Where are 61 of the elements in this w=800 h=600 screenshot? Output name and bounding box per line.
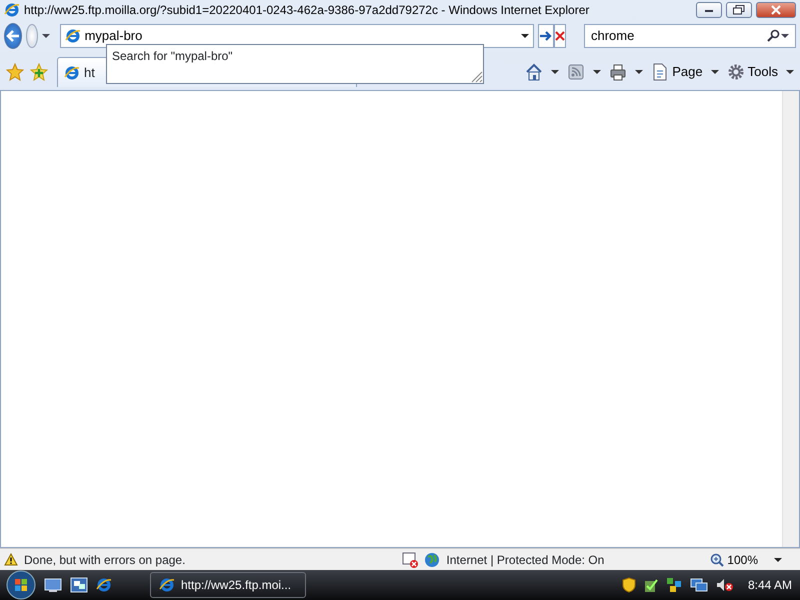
search-box[interactable]: chrome	[584, 24, 796, 48]
add-favorite-icon[interactable]	[30, 63, 48, 81]
go-button[interactable]	[538, 24, 554, 48]
ie-icon	[159, 577, 175, 593]
search-field[interactable]: chrome	[591, 26, 767, 46]
stop-button[interactable]	[554, 24, 566, 48]
page-icon	[651, 63, 670, 81]
volume-muted-icon[interactable]	[716, 577, 734, 593]
address-field[interactable]: mypal-bro	[84, 26, 517, 46]
show-desktop-icon[interactable]	[44, 577, 62, 593]
ie-icon	[64, 64, 80, 80]
taskbar-window-button[interactable]: http://ww25.ftp.moi...	[150, 572, 306, 598]
caret-icon[interactable]	[551, 69, 560, 75]
caret-icon[interactable]	[786, 69, 794, 75]
caret-icon[interactable]	[520, 33, 529, 39]
back-button[interactable]	[4, 23, 22, 49]
favorites-star-icon[interactable]	[6, 63, 24, 81]
tab-title: ht	[84, 64, 95, 82]
restore-icon	[733, 5, 745, 15]
minimize-icon	[704, 7, 714, 13]
warning-icon	[4, 553, 18, 566]
close-button[interactable]	[756, 2, 796, 18]
globe-icon	[424, 552, 440, 568]
security-check-icon[interactable]	[644, 577, 658, 593]
caret-icon[interactable]	[774, 556, 782, 562]
caret-icon[interactable]	[635, 69, 644, 75]
caret-icon[interactable]	[593, 69, 602, 75]
page-menu-button[interactable]: Page	[649, 62, 705, 82]
shield-icon[interactable]	[622, 577, 636, 593]
back-arrow-icon	[5, 29, 21, 43]
caret-icon[interactable]	[710, 69, 719, 75]
feed-icon	[567, 63, 586, 81]
caret-icon[interactable]	[42, 33, 50, 39]
autocomplete-item[interactable]: Search for "mypal-bro"	[112, 47, 478, 65]
status-message: Done, but with errors on page.	[24, 552, 186, 568]
search-icon[interactable]	[767, 29, 781, 43]
scrollbar[interactable]	[782, 91, 799, 547]
network-icon[interactable]	[666, 577, 682, 593]
start-button[interactable]	[6, 570, 36, 600]
restore-button[interactable]	[726, 2, 752, 18]
home-icon	[525, 63, 544, 81]
printer-icon	[609, 63, 628, 81]
tools-menu-button[interactable]: Tools	[724, 62, 780, 82]
minimize-button[interactable]	[696, 2, 722, 18]
ie-icon[interactable]	[96, 577, 112, 593]
clock: 8:44 AM	[748, 577, 792, 594]
go-arrow-icon	[538, 30, 553, 42]
switch-windows-icon[interactable]	[70, 577, 88, 593]
monitor-icon[interactable]	[690, 577, 708, 593]
stop-icon	[554, 31, 565, 41]
zoom-icon	[710, 552, 724, 566]
caret-icon[interactable]	[781, 33, 789, 39]
gear-icon	[726, 63, 745, 81]
blocked-popup-icon	[402, 552, 418, 568]
zone-status: Internet | Protected Mode: On	[446, 552, 604, 568]
ie-icon	[4, 2, 20, 18]
resize-grip-icon	[471, 71, 483, 83]
ie-icon	[64, 28, 81, 44]
window-title: http://ww25.ftp.moilla.org/?subid1=20220401-0243-462a-9386-97a2dd79272c - Windows Internet Explorer	[24, 2, 590, 19]
zoom-button[interactable]: 100%	[708, 550, 760, 568]
close-icon	[771, 5, 781, 15]
